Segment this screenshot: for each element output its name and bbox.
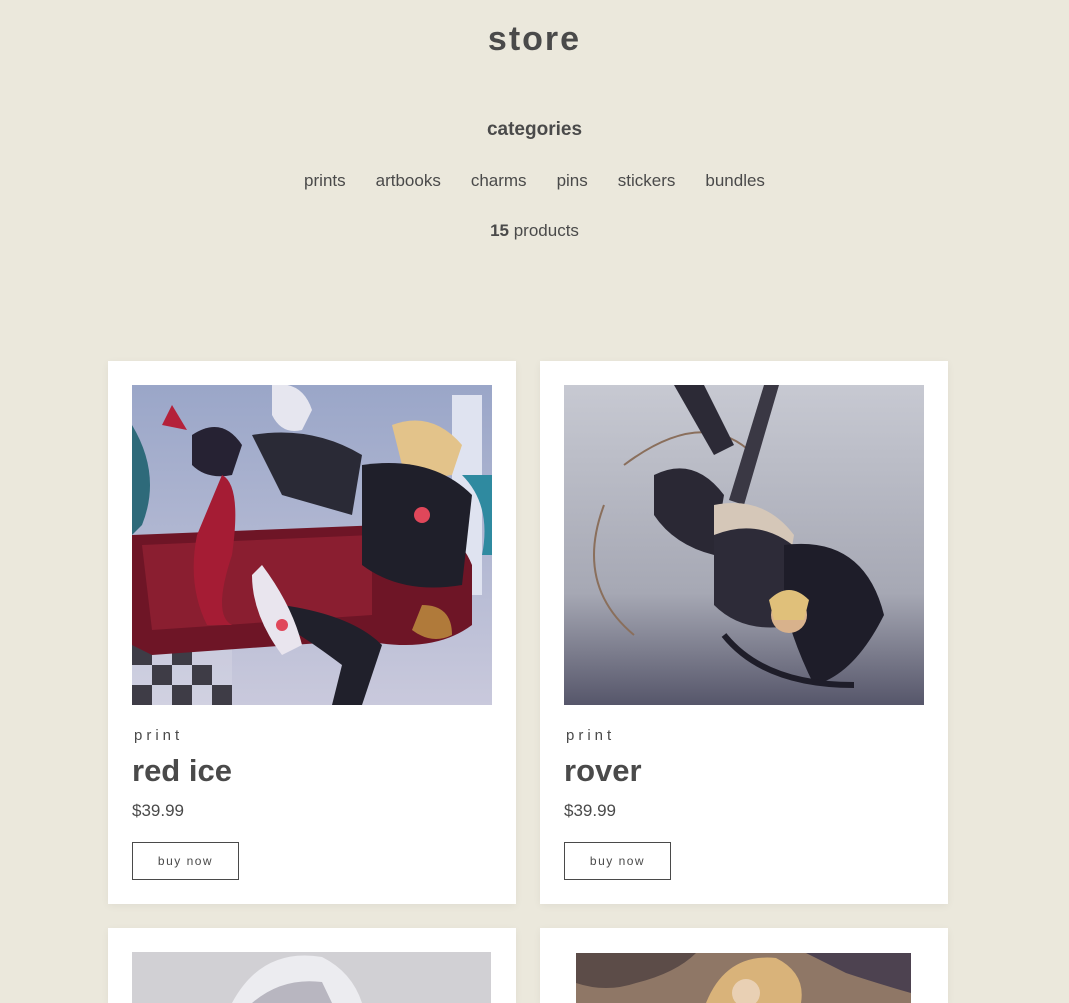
- category-link-artbooks[interactable]: artbooks: [376, 171, 441, 191]
- page-title: store: [487, 20, 582, 58]
- product-name[interactable]: rover: [564, 753, 642, 789]
- category-nav: prints artbooks charms pins stickers bun…: [0, 171, 1069, 191]
- product-card: [540, 928, 948, 1003]
- product-type: print: [566, 727, 616, 744]
- product-price: $39.99: [132, 801, 184, 820]
- buy-now-button[interactable]: buy now: [564, 842, 671, 880]
- product-count: 15 products: [0, 221, 1069, 241]
- product-count-label: products: [513, 221, 579, 240]
- product-name[interactable]: red ice: [132, 753, 232, 789]
- category-link-prints[interactable]: prints: [304, 171, 346, 191]
- category-link-stickers[interactable]: stickers: [618, 171, 676, 191]
- product-card: print red ice $39.99 buy now: [108, 361, 516, 904]
- store-page: store categories prints artbooks charms …: [0, 0, 1069, 1003]
- product-image[interactable]: [564, 385, 924, 705]
- categories-heading: categories: [486, 119, 583, 140]
- product-image[interactable]: [132, 385, 492, 705]
- category-link-bundles[interactable]: bundles: [705, 171, 765, 191]
- category-link-pins[interactable]: pins: [557, 171, 588, 191]
- product-price: $39.99: [564, 801, 616, 820]
- product-image[interactable]: [576, 953, 911, 1003]
- category-link-charms[interactable]: charms: [471, 171, 527, 191]
- buy-now-button[interactable]: buy now: [132, 842, 239, 880]
- product-count-number: 15: [490, 221, 509, 240]
- product-image[interactable]: [132, 952, 491, 1003]
- product-type: print: [134, 727, 184, 744]
- product-card: [108, 928, 516, 1003]
- product-card: print rover $39.99 buy now: [540, 361, 948, 904]
